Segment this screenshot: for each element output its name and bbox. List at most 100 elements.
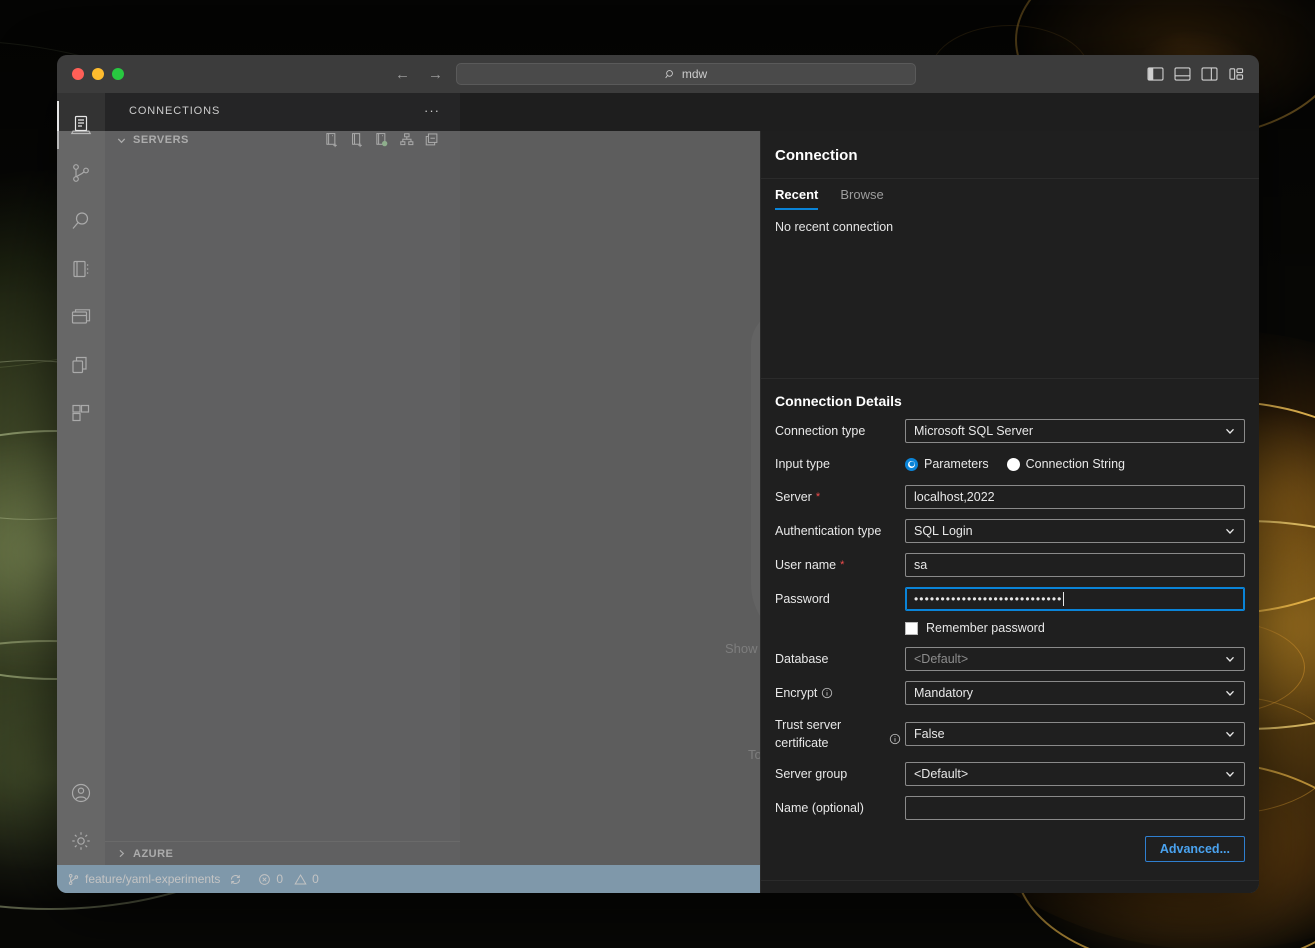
user-name-input[interactable]: sa — [905, 553, 1245, 577]
dialog-header: Connection — [761, 131, 1259, 179]
section-header-servers[interactable]: SERVERS — [105, 128, 460, 152]
customize-layout-icon[interactable] — [1228, 67, 1245, 81]
radio-connection-string[interactable]: Connection String — [1006, 457, 1125, 471]
query-history-icon — [71, 309, 91, 324]
field-input-type: Input type Parameters Connection String — [775, 453, 1245, 475]
connection-type-select[interactable]: Microsoft SQL Server — [905, 419, 1245, 443]
label-encrypt: Encrypt — [775, 684, 905, 702]
field-encrypt: Encrypt Mandatory — [775, 681, 1245, 705]
field-name-optional: Name (optional) — [775, 796, 1245, 821]
field-authentication-type: Authentication type SQL Login — [775, 519, 1245, 543]
sidebar-header: CONNECTIONS ··· — [105, 93, 460, 128]
branch-name: feature/yaml-experiments — [85, 872, 221, 886]
servers-tree[interactable] — [105, 152, 460, 841]
trust-server-certificate-value: False — [914, 726, 945, 741]
activity-bar — [57, 93, 105, 865]
sidebar-item-search[interactable] — [57, 197, 105, 245]
tab-recent[interactable]: Recent — [775, 187, 819, 210]
minimize-window-button[interactable] — [92, 68, 104, 80]
branch-status[interactable]: feature/yaml-experiments — [67, 872, 242, 886]
advanced-button[interactable]: Advanced... — [1144, 836, 1245, 863]
text-caret — [1063, 592, 1065, 606]
chevron-right-icon[interactable] — [113, 846, 129, 862]
dialog-tabs[interactable]: Recent Browse — [761, 179, 1259, 210]
name-optional-input[interactable] — [905, 796, 1245, 821]
sidebar-item-explorer[interactable] — [57, 341, 105, 389]
info-icon[interactable] — [821, 687, 833, 699]
advanced-row: Advanced... — [761, 830, 1259, 876]
problems-status[interactable]: 0 0 — [258, 872, 319, 886]
label-user-name: User name * — [775, 557, 845, 572]
chevron-down-icon[interactable] — [113, 132, 129, 148]
source-control-branch-icon — [68, 873, 79, 885]
connection-details-title: Connection Details — [761, 378, 1259, 419]
notebook-icon — [73, 260, 89, 278]
info-icon[interactable] — [889, 733, 901, 745]
trust-server-certificate-select[interactable]: False — [905, 721, 1245, 746]
toggle-secondary-sidebar-icon[interactable] — [1201, 67, 1218, 81]
servers-toolbar[interactable] — [324, 132, 452, 148]
label-authentication-type: Authentication type — [775, 523, 882, 538]
server-group-select[interactable]: <Default> — [905, 762, 1245, 787]
new-query-icon[interactable] — [349, 132, 365, 148]
radio-connection-string-label: Connection String — [1025, 457, 1125, 471]
chevron-down-icon — [1226, 772, 1234, 778]
section-header-azure[interactable]: AZURE — [105, 841, 460, 865]
field-remember-password[interactable]: Remember password — [905, 621, 1245, 635]
encrypt-select[interactable]: Mandatory — [905, 681, 1245, 705]
chevron-down-icon — [1226, 428, 1234, 434]
toggle-panel-icon[interactable] — [1174, 67, 1191, 81]
close-window-button[interactable] — [72, 68, 84, 80]
field-trust-server-certificate: Trust server certificate False — [775, 715, 1245, 752]
remember-password-checkbox[interactable] — [905, 621, 918, 635]
dialog-title: Connection — [775, 147, 858, 164]
collapse-all-icon[interactable] — [424, 132, 440, 148]
password-input[interactable]: •••••••••••••••••••••••••••• — [905, 587, 1245, 611]
server-input[interactable]: localhost,2022 — [905, 485, 1245, 509]
sidebar-item-source-control[interactable] — [57, 149, 105, 197]
application-window: ← → mdw CONNECTIONS ··· SERVERS AZURE Sh… — [57, 55, 1259, 893]
search-icon — [665, 69, 673, 78]
extensions-icon — [72, 404, 90, 422]
navigation-arrows[interactable]: ← → — [395, 67, 443, 82]
radio-selected-icon — [905, 457, 918, 471]
user-name-value: sa — [914, 558, 928, 572]
database-select[interactable]: <Default> — [905, 647, 1245, 671]
tab-browse[interactable]: Browse — [840, 187, 883, 210]
sidebar-item-extensions[interactable] — [57, 389, 105, 437]
manage-settings-button[interactable] — [57, 817, 105, 865]
field-server: Server * localhost,2022 — [775, 485, 1245, 509]
account-icon — [71, 783, 91, 803]
warning-count: 0 — [312, 872, 319, 886]
sidebar-item-notebooks[interactable] — [57, 245, 105, 293]
server-group-icon[interactable] — [399, 132, 415, 148]
back-arrow-icon[interactable]: ← — [395, 67, 410, 82]
field-database: Database <Default> — [775, 647, 1245, 671]
authentication-type-select[interactable]: SQL Login — [905, 519, 1245, 543]
radio-parameters[interactable]: Parameters — [905, 457, 989, 471]
connect-server-icon[interactable] — [374, 132, 390, 148]
required-marker: * — [840, 558, 845, 571]
input-type-radio-group[interactable]: Parameters Connection String — [905, 457, 1245, 471]
window-controls[interactable] — [57, 68, 124, 80]
new-connection-icon[interactable] — [324, 132, 340, 148]
warning-icon — [294, 873, 307, 884]
field-connection-type: Connection type Microsoft SQL Server — [775, 419, 1245, 443]
server-value: localhost,2022 — [914, 490, 995, 504]
search-input[interactable]: mdw — [456, 63, 916, 85]
sidebar-more-actions-button[interactable]: ··· — [424, 103, 440, 118]
layout-controls[interactable] — [1147, 67, 1245, 81]
application-body: CONNECTIONS ··· SERVERS AZURE Show Tog C… — [57, 93, 1259, 893]
sidebar-item-query-history[interactable] — [57, 293, 105, 341]
sidebar-item-servers[interactable] — [57, 101, 105, 149]
forward-arrow-icon[interactable]: → — [428, 67, 443, 82]
accounts-button[interactable] — [57, 769, 105, 817]
required-marker: * — [815, 490, 821, 503]
sync-icon[interactable] — [229, 873, 242, 886]
field-password: Password •••••••••••••••••••••••••••• — [775, 587, 1245, 611]
section-title-azure: AZURE — [133, 847, 174, 860]
editor-hint-show: Show — [725, 641, 758, 656]
maximize-window-button[interactable] — [112, 68, 124, 80]
search-icon — [72, 212, 89, 229]
toggle-primary-sidebar-icon[interactable] — [1147, 67, 1164, 81]
